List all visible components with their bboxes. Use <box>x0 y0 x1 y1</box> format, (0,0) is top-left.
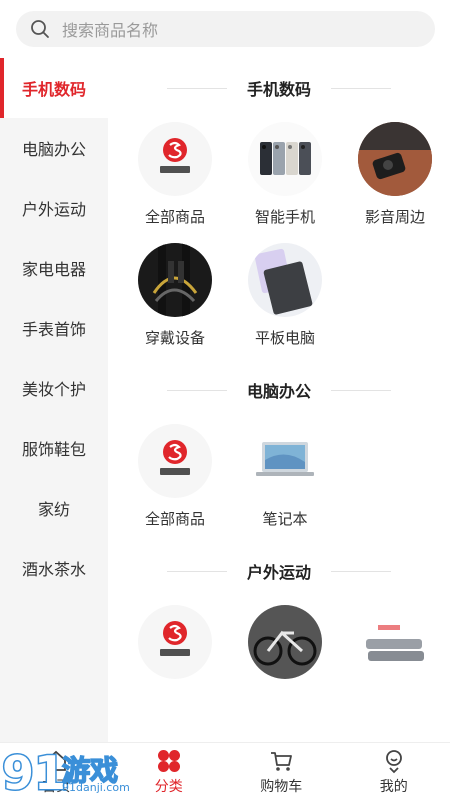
sidebar-item-label: 家纺 <box>37 500 70 519</box>
subcategory-item[interactable]: 穿戴设备 <box>120 239 230 360</box>
sidebar-item-phones[interactable]: 手机数码 <box>0 58 108 118</box>
divider <box>331 570 391 572</box>
section-header: 电脑办公 <box>108 360 450 420</box>
sidebar-item-label: 家电电器 <box>21 260 86 279</box>
subcategory-grid: 全部商品 笔记本 <box>108 420 450 541</box>
search-icon <box>31 20 49 38</box>
category-icon <box>157 749 180 772</box>
sidebar-item-label: 电脑办公 <box>21 140 86 159</box>
sidebar-item-drinks[interactable]: 酒水茶水 <box>0 538 108 598</box>
bicycle-icon <box>248 605 322 679</box>
subcategory-grid <box>108 601 450 682</box>
sidebar-item-computers[interactable]: 电脑办公 <box>0 118 108 178</box>
search-input[interactable]: 搜索商品名称 <box>16 11 435 47</box>
cart-icon <box>271 751 293 771</box>
subcategory-label: 全部商品 <box>144 510 205 528</box>
subcategory-label: 笔记本 <box>262 510 308 528</box>
subcategory-label: 智能手机 <box>254 208 315 226</box>
divider <box>331 389 391 391</box>
sidebar-item-appliances[interactable]: 家电电器 <box>0 238 108 298</box>
laptop-icon <box>248 424 322 498</box>
divider <box>331 87 391 89</box>
sidebar-item-beauty[interactable]: 美妆个护 <box>0 358 108 418</box>
sidebar-item-label: 手表首饰 <box>21 320 86 339</box>
earphones-icon <box>138 243 212 317</box>
subcategory-grid: 全部商品 智能手机 影音周边 穿戴设备 平板电脑 <box>108 118 450 360</box>
section-title: 户外运动 <box>246 563 311 582</box>
subcategory-label: 影音周边 <box>364 208 425 226</box>
sidebar-item-label: 美妆个护 <box>21 380 86 399</box>
av-accessory-icon <box>358 122 432 196</box>
sidebar-item-label: 服饰鞋包 <box>21 440 86 459</box>
subcategory-label: 全部商品 <box>144 208 205 226</box>
sidebar-item-label: 手机数码 <box>21 80 86 99</box>
subcategory-item[interactable]: 影音周边 <box>340 118 450 239</box>
subcategory-item[interactable]: 平板电脑 <box>230 239 340 360</box>
divider <box>166 570 227 572</box>
home-icon <box>46 750 67 771</box>
search-placeholder: 搜索商品名称 <box>62 21 159 40</box>
subcategory-item[interactable]: 笔记本 <box>230 420 340 541</box>
section-title: 电脑办公 <box>246 382 311 401</box>
subcategory-label: 穿戴设备 <box>144 329 205 347</box>
subcategory-label: 平板电脑 <box>254 329 315 347</box>
category-content: 手机数码 全部商品 智能手机 影音周边 穿戴设备 平板电脑 电脑办公 全部商品 … <box>108 58 450 682</box>
brand-logo-icon <box>138 424 212 498</box>
divider <box>166 389 227 391</box>
tab-category[interactable]: 分类 <box>113 743 226 800</box>
divider <box>166 87 227 89</box>
tab-profile[interactable]: 我的 <box>338 743 450 800</box>
sports-gear-icon <box>358 605 432 679</box>
subcategory-item[interactable] <box>340 601 450 682</box>
profile-icon <box>385 749 402 773</box>
sidebar-item-outdoor[interactable]: 户外运动 <box>0 178 108 238</box>
category-sidebar: 手机数码 电脑办公 户外运动 家电电器 手表首饰 美妆个护 服饰鞋包 家纺 酒水… <box>0 58 108 742</box>
sidebar-item-label: 户外运动 <box>21 200 86 219</box>
sidebar-item-apparel[interactable]: 服饰鞋包 <box>0 418 108 478</box>
sidebar-item-label: 酒水茶水 <box>21 560 86 579</box>
bottom-tab-bar: 首页 分类 购物车 我的 <box>0 742 450 800</box>
subcategory-item[interactable]: 全部商品 <box>120 118 230 239</box>
section-title: 手机数码 <box>246 80 311 99</box>
smartphones-icon <box>248 122 322 196</box>
section-header: 手机数码 <box>108 58 450 118</box>
subcategory-item[interactable] <box>120 601 230 682</box>
tab-label: 我的 <box>379 778 408 795</box>
tab-label: 分类 <box>154 778 183 795</box>
subcategory-item[interactable] <box>230 601 340 682</box>
sidebar-item-textiles[interactable]: 家纺 <box>0 478 108 538</box>
tab-label: 购物车 <box>260 778 303 795</box>
search-area: 搜索商品名称 <box>0 0 450 58</box>
tab-label: 首页 <box>42 778 71 795</box>
subcategory-item[interactable]: 智能手机 <box>230 118 340 239</box>
tablet-icon <box>248 243 322 317</box>
sidebar-item-watches[interactable]: 手表首饰 <box>0 298 108 358</box>
tab-cart[interactable]: 购物车 <box>225 743 338 800</box>
subcategory-item[interactable]: 全部商品 <box>120 420 230 541</box>
brand-logo-icon <box>138 122 212 196</box>
section-header: 户外运动 <box>108 541 450 601</box>
brand-logo-icon <box>138 605 212 679</box>
tab-home[interactable]: 首页 <box>0 743 113 800</box>
